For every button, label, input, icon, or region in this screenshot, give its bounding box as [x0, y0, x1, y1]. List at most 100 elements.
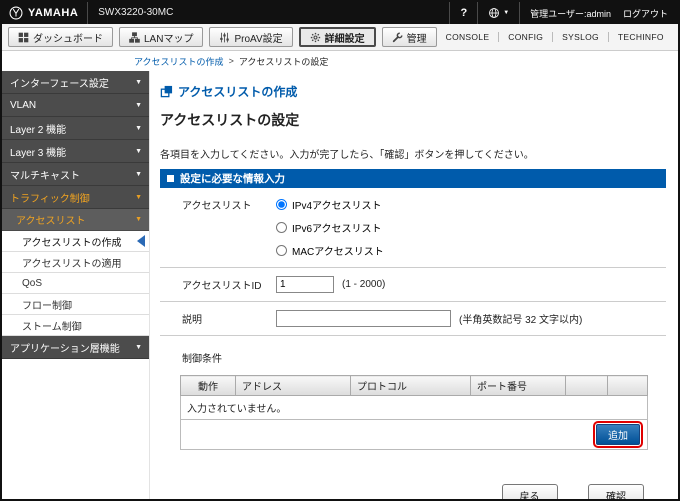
user-segment: 管理ユーザー:admin ログアウト — [519, 2, 678, 24]
sidebar-item-label: アクセスリストの適用 — [22, 258, 122, 270]
sidebar-item-label: マルチキャスト — [10, 170, 80, 182]
sliders-icon — [219, 32, 230, 43]
tab-label: 管理 — [406, 33, 427, 45]
access-list-type-row: アクセスリスト IPv4アクセスリスト IPv6アクセスリスト MACアクセスリ… — [160, 188, 666, 268]
sidebar-item-vlan[interactable]: VLAN ▼ — [2, 94, 149, 117]
radio-option-ipv6[interactable]: IPv6アクセスリスト — [276, 220, 384, 235]
access-list-id-input[interactable] — [276, 276, 334, 293]
tab-advanced-settings[interactable]: 詳細設定 — [298, 27, 376, 47]
radio-option-mac[interactable]: MACアクセスリスト — [276, 243, 384, 258]
tabbar: ダッシュボード LANマップ ProAV設定 詳細設定 管理 CONSOLE C… — [2, 24, 678, 51]
tab-proav-settings[interactable]: ProAV設定 — [209, 27, 293, 47]
tab-management[interactable]: 管理 — [381, 27, 437, 47]
chevron-down-icon: ▼ — [135, 147, 142, 155]
main-content: アクセスリストの作成 アクセスリストの設定 各項目を入力してください。入力が完了… — [150, 71, 678, 499]
radio-ipv6-label: IPv6アクセスリスト — [292, 224, 382, 235]
tab-dashboard[interactable]: ダッシュボード — [8, 27, 113, 47]
empty-state-row: 入力されていません。 — [180, 395, 648, 420]
tab-label: ダッシュボード — [33, 33, 103, 45]
access-list-id-label: アクセスリストID — [182, 281, 262, 292]
access-list-radio-group: IPv4アクセスリスト IPv6アクセスリスト MACアクセスリスト — [276, 195, 384, 260]
access-list-id-row: アクセスリストID (1 - 2000) — [160, 268, 666, 302]
condition-table-wrap: 動作 アドレス プロトコル ポート番号 入力されていません。 追加 — [180, 375, 648, 450]
add-row: 追加 — [180, 419, 648, 450]
chevron-down-icon: ▼ — [135, 170, 142, 178]
sidebar-item-label: VLAN — [10, 99, 37, 111]
page-title: アクセスリストの作成 — [178, 85, 298, 99]
logout-link[interactable]: ログアウト — [623, 7, 668, 20]
tab-group: ダッシュボード LANマップ ProAV設定 詳細設定 管理 — [8, 27, 437, 47]
chevron-down-icon: ▼ — [135, 78, 142, 86]
column-header-protocol: プロトコル — [350, 375, 471, 396]
breadcrumb-separator: > — [228, 56, 234, 66]
radio-ipv6-input[interactable] — [276, 222, 287, 233]
help-button[interactable]: ? — [460, 7, 467, 19]
toplink-group: CONSOLE CONFIG SYSLOG TECHINFO — [437, 32, 673, 42]
description-label: 説明 — [182, 315, 202, 326]
sidebar-item-label: フロー制御 — [22, 300, 72, 312]
lanmap-icon — [129, 31, 140, 43]
sidebar-item-label: インターフェース設定 — [10, 78, 109, 90]
empty-state-text: 入力されていません。 — [180, 395, 648, 420]
back-button[interactable]: 戻る — [501, 484, 558, 499]
topbar: YAMAHA SWX3220-30MC ? ▼ 管理ユーザー:admin ログア… — [2, 2, 678, 24]
sidebar-item-access-list[interactable]: アクセスリスト ▼ — [2, 209, 149, 231]
access-list-type-content: IPv4アクセスリスト IPv6アクセスリスト MACアクセスリスト — [268, 188, 666, 267]
chevron-down-icon: ▼ — [135, 193, 142, 201]
add-button[interactable]: 追加 — [593, 421, 643, 448]
console-link[interactable]: CONSOLE — [437, 32, 499, 42]
sidebar-item-interface-settings[interactable]: インターフェース設定 ▼ — [2, 71, 149, 94]
radio-ipv4-input[interactable] — [276, 199, 287, 210]
column-header-address: アドレス — [235, 375, 351, 396]
breadcrumb: アクセスリストの作成 > アクセスリストの設定 — [2, 51, 678, 71]
column-header-empty-1 — [565, 375, 608, 396]
description-input[interactable] — [276, 310, 451, 327]
radio-option-ipv4[interactable]: IPv4アクセスリスト — [276, 197, 384, 212]
config-link[interactable]: CONFIG — [498, 32, 552, 42]
sidebar-item-storm-control[interactable]: ストーム制御 — [2, 315, 149, 336]
yamaha-logo-icon — [9, 6, 23, 20]
tab-label: LANマップ — [144, 33, 194, 45]
globe-icon — [489, 8, 500, 18]
sidebar-item-label: トラフィック制御 — [10, 193, 90, 205]
description-content: (半角英数記号 32 文字以内) — [268, 302, 666, 335]
sidebar-item-access-list-apply[interactable]: アクセスリストの適用 — [2, 252, 149, 273]
breadcrumb-parent-link[interactable]: アクセスリストの作成 — [134, 55, 224, 68]
language-button[interactable]: ▼ — [488, 7, 509, 19]
panel-header-bullet-icon — [167, 175, 174, 182]
techinfo-link[interactable]: TECHINFO — [607, 32, 673, 42]
sidebar: インターフェース設定 ▼ VLAN ▼ Layer 2 機能 ▼ Layer 3… — [2, 71, 150, 499]
footer-button-row: 戻る 確認 — [160, 464, 666, 499]
sidebar-item-application-layer[interactable]: アプリケーション層機能 ▼ — [2, 336, 149, 359]
user-label: 管理ユーザー:admin — [530, 8, 611, 19]
breadcrumb-current: アクセスリストの設定 — [238, 56, 329, 67]
column-header-action: 動作 — [180, 375, 236, 396]
topbar-right: ? ▼ 管理ユーザー:admin ログアウト — [449, 2, 678, 24]
sidebar-item-layer2[interactable]: Layer 2 機能 ▼ — [2, 117, 149, 140]
sidebar-item-label: Layer 3 機能 — [10, 147, 67, 159]
chevron-down-icon: ▼ — [503, 10, 510, 16]
confirm-button[interactable]: 確認 — [588, 484, 644, 499]
condition-block: 制御条件 動作 アドレス プロトコル ポート番号 入力されていません。 追加 — [160, 336, 666, 464]
condition-table: 動作 アドレス プロトコル ポート番号 入力されていません。 追加 — [180, 375, 648, 450]
radio-mac-input[interactable] — [276, 245, 287, 256]
tab-lanmap[interactable]: LANマップ — [119, 27, 204, 47]
add-row-cell: 追加 — [180, 419, 648, 450]
sidebar-item-flow-control[interactable]: フロー制御 — [2, 294, 149, 315]
sidebar-item-layer3[interactable]: Layer 3 機能 ▼ — [2, 140, 149, 163]
tab-label: ProAV設定 — [234, 33, 283, 45]
syslog-link[interactable]: SYSLOG — [552, 32, 608, 42]
yamaha-logo-text: YAMAHA — [28, 7, 79, 19]
app-window: YAMAHA SWX3220-30MC ? ▼ 管理ユーザー:admin ログア… — [0, 0, 680, 501]
device-model: SWX3220-30MC — [87, 2, 173, 24]
sidebar-item-label: アプリケーション層機能 — [10, 343, 120, 355]
sidebar-item-traffic-control[interactable]: トラフィック制御 ▼ — [2, 186, 149, 209]
help-segment: ? — [449, 2, 477, 24]
sidebar-item-multicast[interactable]: マルチキャスト ▼ — [2, 163, 149, 186]
column-header-empty-2 — [607, 375, 648, 396]
page-title-icon — [160, 85, 173, 98]
chevron-down-icon: ▼ — [135, 343, 142, 351]
sidebar-item-qos[interactable]: QoS — [2, 273, 149, 294]
sidebar-item-access-list-create[interactable]: アクセスリストの作成 — [2, 231, 149, 252]
page-title-row: アクセスリストの作成 — [160, 83, 666, 100]
